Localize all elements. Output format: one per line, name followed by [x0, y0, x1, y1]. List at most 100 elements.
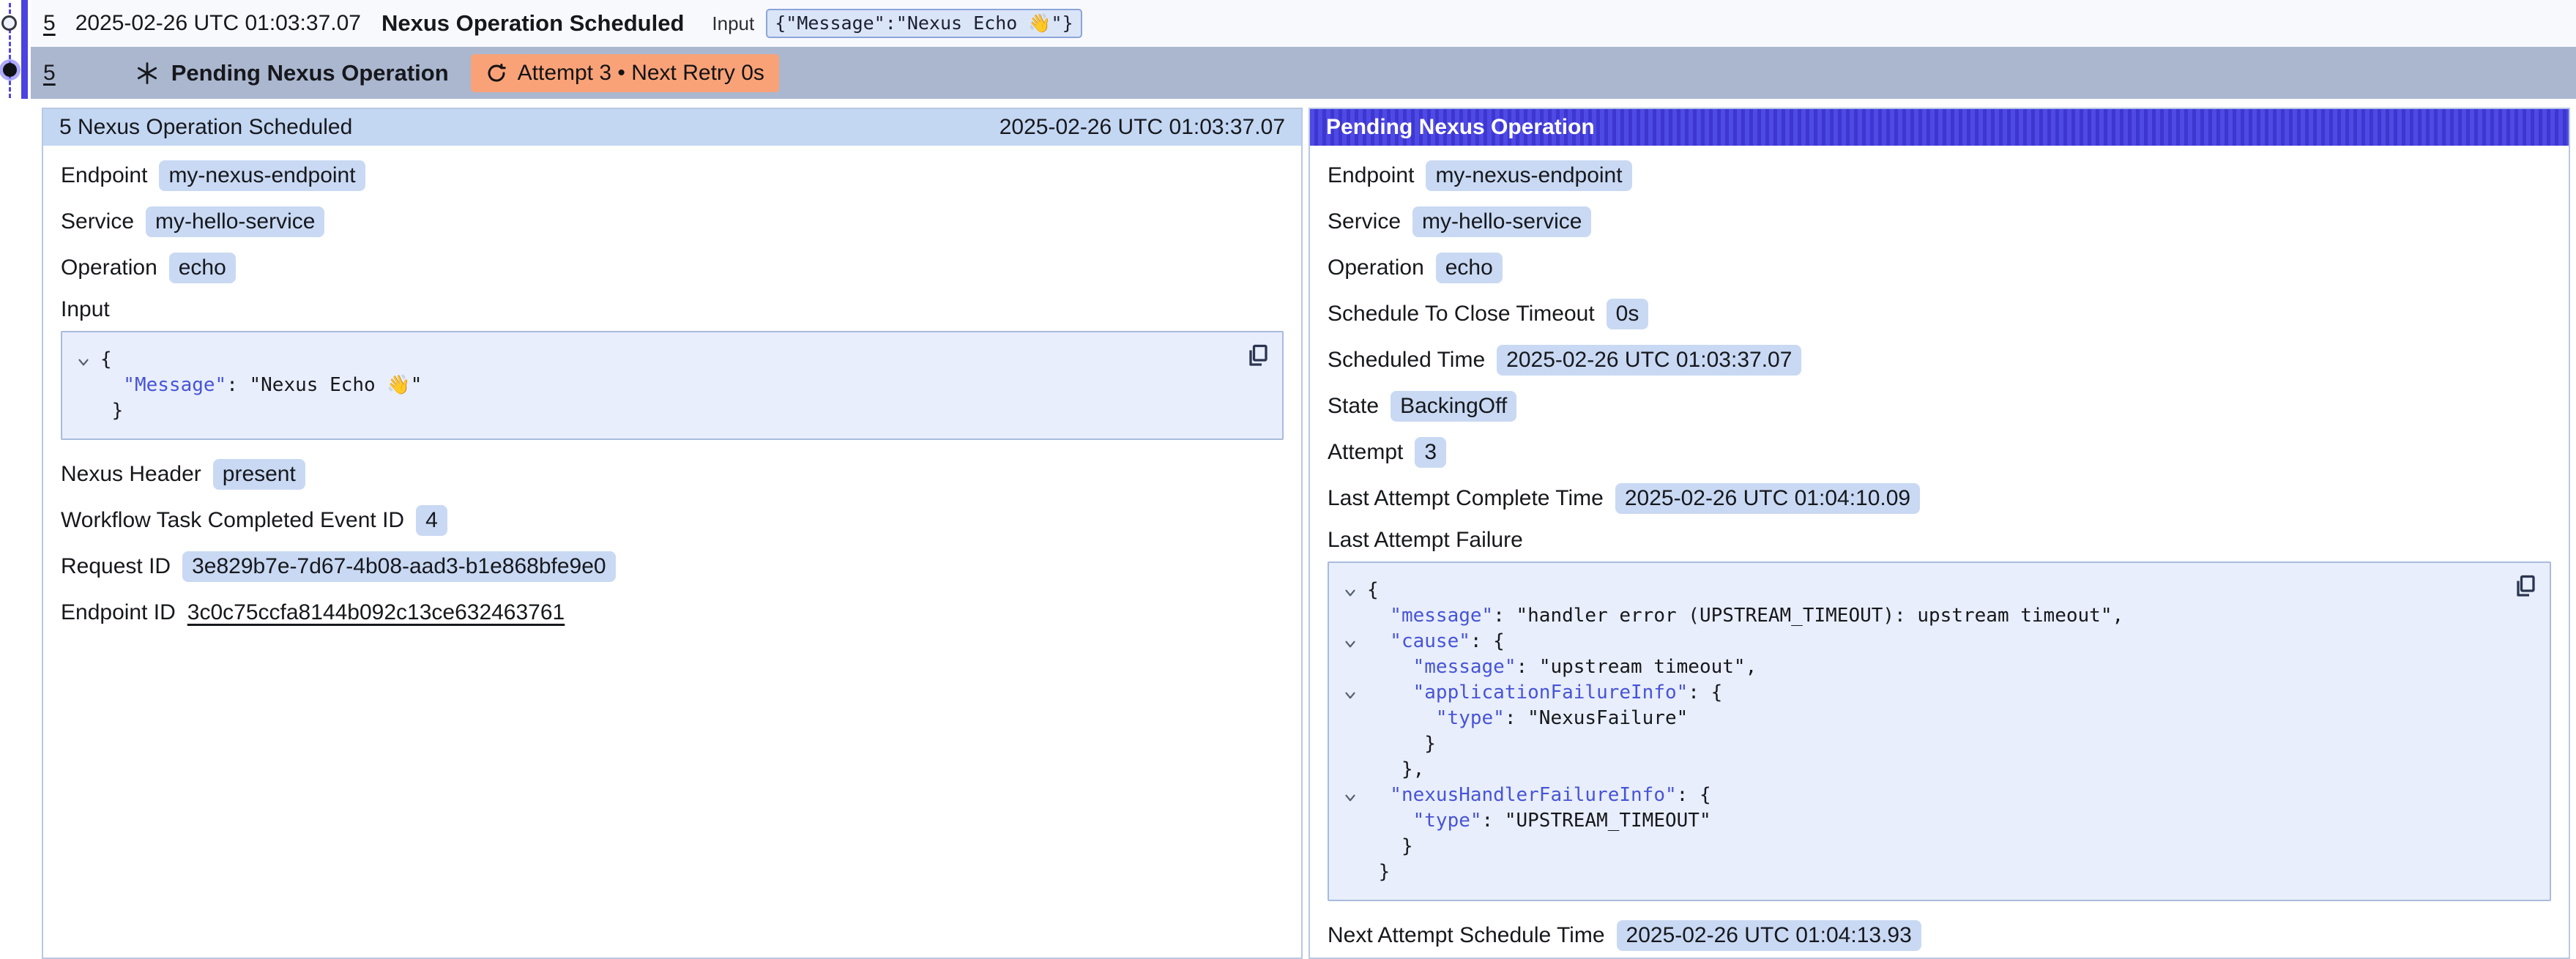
detail-panels: 5 Nexus Operation Scheduled 2025-02-26 U…: [42, 108, 2570, 959]
failure-block-label: Last Attempt Failure: [1328, 528, 2551, 553]
chevron-down-icon[interactable]: [1342, 583, 1358, 599]
field-label: Endpoint ID: [61, 600, 176, 625]
chevron-down-icon[interactable]: [75, 352, 92, 368]
field-value-badge: 0s: [1607, 299, 1649, 329]
json-code-line: "applicationFailureInfo": {: [1336, 680, 2498, 706]
field-operation: Operation echo: [1328, 251, 2551, 285]
field-value-badge: 3e829b7e-7d67-4b08-aad3-b1e868bfe9e0: [182, 551, 616, 582]
pending-panel-header: Pending Nexus Operation: [1310, 109, 2569, 146]
field-label: Next Attempt Schedule Time: [1328, 923, 1605, 948]
field-value-badge: echo: [169, 253, 236, 283]
field-label: Scheduled Time: [1328, 348, 1485, 373]
json-code-line: "message": "handler error (UPSTREAM_TIME…: [1336, 603, 2498, 629]
field-scheduled-time: Scheduled Time 2025-02-26 UTC 01:03:37.07: [1328, 343, 2551, 377]
field-attempt: Attempt 3: [1328, 436, 2551, 469]
event-row-pending-nexus-operation[interactable]: 5 Pending Nexus Operation Attempt 3 • Ne…: [31, 47, 2576, 99]
field-nexus-header: Nexus Headerpresent: [61, 458, 1284, 491]
field-endpoint-id: Endpoint ID 3c0c75ccfa8144b092c13ce632463…: [61, 596, 1284, 630]
retry-badge-text: Attempt 3 • Next Retry 0s: [518, 61, 764, 86]
field-endpoint: Endpoint my-nexus-endpoint: [61, 159, 1284, 193]
event-history-rows: 5 2025-02-26 UTC 01:03:37.07 Nexus Opera…: [31, 0, 2576, 99]
json-code-line: "Message": "Nexus Echo 👋": [70, 373, 1231, 398]
pending-asterisk-icon: [135, 61, 160, 86]
field-value-badge: BackingOff: [1391, 391, 1516, 422]
field-value-badge: 3: [1415, 437, 1446, 468]
field-value-link[interactable]: 3c0c75ccfa8144b092c13ce632463761: [187, 600, 565, 625]
field-label: Operation: [61, 255, 157, 280]
field-schedule-to-close-timeout: Schedule To Close Timeout 0s: [1328, 297, 2551, 331]
field-label: State: [1328, 394, 1379, 419]
event-detail-panel: 5 Nexus Operation Scheduled 2025-02-26 U…: [42, 108, 1303, 959]
json-code-line: {: [70, 347, 1231, 373]
retry-status-badge: Attempt 3 • Next Retry 0s: [471, 54, 779, 92]
field-value-badge: 2025-02-26 UTC 01:04:13.93: [1617, 920, 1921, 951]
field-next-attempt-schedule-time: Next Attempt Schedule Time 2025-02-26 UTC…: [1328, 919, 2551, 952]
json-code-line: "cause": {: [1336, 629, 2498, 654]
field-operation: Operation echo: [61, 251, 1284, 285]
field-label: Operation: [1328, 255, 1424, 280]
json-code-line: }: [1336, 731, 2498, 757]
retry-icon: [485, 62, 507, 84]
selected-accent-bar: [21, 0, 28, 99]
pending-id-link[interactable]: 5: [43, 61, 56, 86]
json-code-line: "type": "UPSTREAM_TIMEOUT": [1336, 808, 2498, 834]
json-code-line: {: [1336, 578, 2498, 603]
pending-title: Pending Nexus Operation: [171, 60, 449, 86]
chevron-down-icon[interactable]: [1342, 634, 1358, 650]
field-service: Service my-hello-service: [61, 205, 1284, 239]
event-input-label: Input: [712, 12, 754, 35]
event-panel-header: 5 Nexus Operation Scheduled 2025-02-26 U…: [43, 109, 1301, 146]
field-value-badge: my-nexus-endpoint: [159, 160, 365, 191]
pending-panel-body: Endpoint my-nexus-endpoint Service my-hello…: [1310, 146, 2569, 958]
copy-icon[interactable]: [1244, 343, 1270, 369]
field-label: Schedule To Close Timeout: [1328, 302, 1595, 326]
event-marker-circle-icon: [1, 15, 17, 31]
field-request-id: Request ID3e829b7e-7d67-4b08-aad3-b1e868…: [61, 550, 1284, 583]
json-code-line: "message": "upstream timeout",: [1336, 654, 2498, 680]
event-row-nexus-operation-scheduled[interactable]: 5 2025-02-26 UTC 01:03:37.07 Nexus Opera…: [31, 0, 2576, 47]
field-label: Endpoint: [61, 163, 147, 188]
field-value-badge: 2025-02-26 UTC 01:03:37.07: [1497, 345, 1801, 376]
copy-icon[interactable]: [2512, 573, 2538, 600]
json-code-line: "type": "NexusFailure": [1336, 706, 2498, 731]
json-code-line: }: [70, 398, 1231, 424]
json-code-line: },: [1336, 757, 2498, 783]
json-code-line: "nexusHandlerFailureInfo": {: [1336, 783, 2498, 808]
field-state: State BackingOff: [1328, 389, 2551, 423]
pending-operation-panel: Pending Nexus Operation Endpoint my-nexus…: [1309, 108, 2570, 959]
json-code-line: }: [1336, 859, 2498, 885]
field-label: Service: [61, 209, 134, 234]
field-label: Attempt: [1328, 440, 1403, 465]
event-panel-title: 5 Nexus Operation Scheduled: [59, 115, 352, 140]
field-workflow-task-completed-event-id: Workflow Task Completed Event ID 4: [61, 504, 1284, 537]
field-label: Endpoint: [1328, 163, 1414, 188]
event-input-chip[interactable]: {"Message":"Nexus Echo 👋"}: [766, 9, 1082, 38]
pending-panel-title: Pending Nexus Operation: [1326, 115, 1595, 140]
pending-marker-dot-icon: [3, 63, 17, 77]
field-value-badge: 4: [416, 505, 447, 536]
event-title: Nexus Operation Scheduled: [381, 10, 684, 37]
field-label: Service: [1328, 209, 1401, 234]
field-label: Last Attempt Complete Time: [1328, 486, 1604, 511]
event-panel-time: 2025-02-26 UTC 01:03:37.07: [999, 115, 1285, 140]
json-code-line: }: [1336, 834, 2498, 859]
field-label: Nexus Header: [61, 462, 201, 487]
timeline-gutter: [0, 0, 31, 102]
field-value-badge: 2025-02-26 UTC 01:04:10.09: [1615, 483, 1920, 514]
field-label: Workflow Task Completed Event ID: [61, 508, 404, 533]
chevron-down-icon[interactable]: [1342, 685, 1358, 701]
field-value-badge: my-hello-service: [1412, 206, 1591, 237]
chevron-down-icon[interactable]: [1342, 788, 1358, 804]
failure-json-block: {"message": "handler error (UPSTREAM_TIM…: [1328, 561, 2551, 901]
input-json-block: {"Message": "Nexus Echo 👋"}: [61, 331, 1284, 440]
input-block-label: Input: [61, 297, 1284, 322]
event-panel-body: Endpoint my-nexus-endpoint Service my-hello…: [43, 146, 1301, 958]
field-value-badge: my-nexus-endpoint: [1426, 160, 1631, 191]
field-service: Service my-hello-service: [1328, 205, 2551, 239]
field-last-attempt-complete-time: Last Attempt Complete Time 2025-02-26 UTC…: [1328, 482, 2551, 515]
field-value-badge: my-hello-service: [146, 206, 324, 237]
field-value-badge: echo: [1436, 253, 1503, 283]
event-id-link[interactable]: 5: [43, 11, 56, 36]
field-endpoint: Endpoint my-nexus-endpoint: [1328, 159, 2551, 193]
event-time: 2025-02-26 UTC 01:03:37.07: [75, 11, 361, 36]
